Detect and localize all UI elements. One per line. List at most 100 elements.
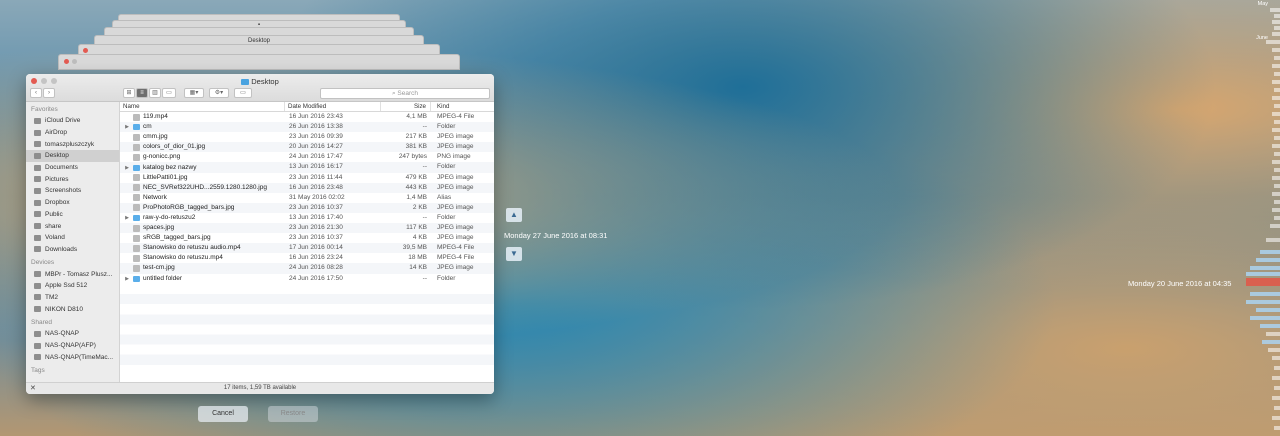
timeline-tick[interactable]	[1272, 128, 1280, 132]
timeline-tick[interactable]	[1262, 340, 1280, 344]
timeline-tick[interactable]	[1272, 192, 1280, 196]
column-name[interactable]: Name	[120, 102, 285, 111]
file-row[interactable]: sRGB_tagged_bars.jpg 23 Jun 2016 10:37 4 K…	[120, 233, 494, 243]
action-gear-button[interactable]: ⚙▾	[209, 88, 229, 98]
sidebar-item[interactable]: Dropbox	[26, 197, 119, 209]
arrange-button[interactable]: ▦▾	[184, 88, 204, 98]
disclosure-triangle-icon[interactable]: ▶	[124, 163, 130, 173]
sidebar-item[interactable]: MBPr - Tomasz Plusz...	[26, 268, 119, 280]
timeline-tick[interactable]	[1274, 136, 1280, 140]
timeline-tick[interactable]	[1274, 200, 1280, 204]
sidebar-item[interactable]: tomaszpluszczyk	[26, 138, 119, 150]
sidebar-item[interactable]: Pictures	[26, 173, 119, 185]
timeline-tick[interactable]	[1272, 96, 1280, 100]
sidebar-item[interactable]: AirDrop	[26, 127, 119, 139]
sidebar-item[interactable]: iCloud Drive	[26, 115, 119, 127]
timeline-tick[interactable]	[1274, 406, 1280, 410]
file-row[interactable]: 119.mp4 16 Jun 2016 23:43 4,1 MB MPEG-4 Fil…	[120, 112, 494, 122]
file-row[interactable]: LittlePatti01.jpg 23 Jun 2016 11:44 479 KB…	[120, 173, 494, 183]
timeline-tick[interactable]	[1260, 250, 1280, 254]
file-row[interactable]: ProPhotoRGB_tagged_bars.jpg 23 Jun 2016 1…	[120, 202, 494, 213]
sidebar-item[interactable]: NAS-QNAP	[26, 328, 119, 340]
timeline-tick[interactable]	[1272, 208, 1280, 212]
timeline-tick[interactable]	[1274, 152, 1280, 156]
tag-button[interactable]: ▭	[234, 88, 252, 98]
timeline-tick[interactable]	[1272, 160, 1280, 164]
timeline-tick[interactable]	[1272, 32, 1280, 36]
timeline-selected-marker[interactable]	[1246, 278, 1280, 286]
timeline-tick[interactable]	[1274, 184, 1280, 188]
timeline-tick[interactable]	[1274, 426, 1280, 430]
column-kind[interactable]: Kind	[431, 102, 494, 111]
file-row[interactable]: Stanowisko do retuszu.mp4 16 Jun 2016 23:…	[120, 253, 494, 263]
timeline-tick[interactable]	[1260, 324, 1280, 328]
timeline-tick[interactable]	[1246, 272, 1280, 276]
timeline-tick[interactable]	[1272, 20, 1280, 24]
column-view-button[interactable]: ▥	[149, 88, 161, 98]
file-row[interactable]: spaces.jpg 23 Jun 2016 21:30 117 KB JPEG im…	[120, 223, 494, 234]
file-row[interactable]: cmm.jpg 23 Jun 2016 09:39 217 KB JPEG image	[120, 132, 494, 142]
timeline-tick[interactable]	[1250, 292, 1280, 296]
timeline-tick[interactable]	[1270, 224, 1280, 228]
timeline-tick[interactable]	[1272, 64, 1280, 68]
search-input[interactable]: ⌕ Search	[320, 88, 490, 99]
timeline-tick[interactable]	[1272, 144, 1280, 148]
timeline-tick[interactable]	[1266, 332, 1280, 336]
disclosure-triangle-icon[interactable]: ▶	[124, 213, 130, 223]
file-row[interactable]: colors_of_dior_01.jpg 20 Jun 2016 14:27 38…	[120, 142, 494, 153]
cover-flow-button[interactable]: ▭	[162, 88, 176, 98]
file-row[interactable]: ▶ untitled folder 24 Jun 2016 17:50 -- Folde…	[120, 274, 494, 284]
timeline-tick[interactable]	[1274, 104, 1280, 108]
timeline-tick[interactable]	[1274, 88, 1280, 92]
file-row[interactable]: Network 31 May 2016 02:02 1,4 MB Alias	[120, 193, 494, 203]
icon-view-button[interactable]: ⊞	[123, 88, 135, 98]
timeline-tick[interactable]	[1246, 300, 1280, 304]
timeline-tick[interactable]	[1256, 258, 1280, 262]
timeline-tick[interactable]	[1274, 216, 1280, 220]
disclosure-triangle-icon[interactable]: ▶	[124, 122, 130, 132]
file-row[interactable]: g-nonicc.png 24 Jun 2016 17:47 247 bytes PN…	[120, 152, 494, 162]
timeline-tick[interactable]	[1272, 396, 1280, 400]
sidebar-item[interactable]: Screenshots	[26, 185, 119, 197]
timeline-tick[interactable]	[1272, 112, 1280, 116]
timeline-tick[interactable]	[1274, 168, 1280, 172]
sidebar-item[interactable]: Public	[26, 209, 119, 221]
timeline-tick[interactable]	[1274, 56, 1280, 60]
timeline-tick[interactable]	[1272, 376, 1280, 380]
sidebar-item[interactable]: Documents	[26, 162, 119, 174]
sidebar-item[interactable]: NAS-QNAP(AFP)	[26, 340, 119, 352]
file-row[interactable]: Stanowisko do retuszu audio.mp4 17 Jun 20…	[120, 243, 494, 254]
file-row[interactable]: NEC_SVRef322UHD...2559.1280.1280.jpg 16 J…	[120, 182, 494, 193]
timeline-tick[interactable]	[1272, 356, 1280, 360]
timeline-tick[interactable]	[1256, 308, 1280, 312]
cancel-button[interactable]: Cancel	[198, 406, 248, 422]
newer-arrow-button[interactable]: ▲	[506, 208, 522, 222]
disclosure-triangle-icon[interactable]: ▶	[124, 274, 130, 284]
timeline-tick[interactable]	[1272, 176, 1280, 180]
tools-icon[interactable]: ✕	[30, 383, 36, 394]
timeline-tick[interactable]	[1274, 26, 1280, 30]
forward-button[interactable]: ›	[43, 88, 55, 98]
sidebar-item[interactable]: Voland	[26, 232, 119, 244]
timeline-tick[interactable]	[1266, 238, 1280, 242]
timeline-tick[interactable]	[1272, 416, 1280, 420]
list-view-button[interactable]: ≡	[136, 88, 148, 98]
timeline-tick[interactable]	[1250, 266, 1280, 270]
timeline-tick[interactable]	[1266, 40, 1280, 44]
sidebar-item[interactable]: share	[26, 220, 119, 232]
sidebar-item[interactable]: Downloads	[26, 244, 119, 256]
older-arrow-button[interactable]: ▼	[506, 247, 522, 261]
back-button[interactable]: ‹	[30, 88, 42, 98]
file-row[interactable]: ▶ raw-y-do-retuszu2 13 Jun 2016 17:40 -- Fol…	[120, 213, 494, 223]
timeline-tick[interactable]	[1250, 316, 1280, 320]
sidebar-item[interactable]: Desktop	[26, 150, 119, 162]
column-date[interactable]: Date Modified	[285, 102, 381, 111]
sidebar-item[interactable]: Apple Ssd 512	[26, 280, 119, 292]
file-row[interactable]: test-cm.jpg 24 Jun 2016 08:28 14 KB JPEG im…	[120, 263, 494, 274]
timeline-tick[interactable]	[1268, 348, 1280, 352]
timeline[interactable]: May June	[1246, 0, 1280, 436]
timeline-tick[interactable]	[1274, 366, 1280, 370]
timeline-tick[interactable]	[1274, 72, 1280, 76]
sidebar-item[interactable]: TM2	[26, 292, 119, 304]
file-row[interactable]: ▶ cm 26 Jun 2016 13:38 -- Folder	[120, 122, 494, 133]
